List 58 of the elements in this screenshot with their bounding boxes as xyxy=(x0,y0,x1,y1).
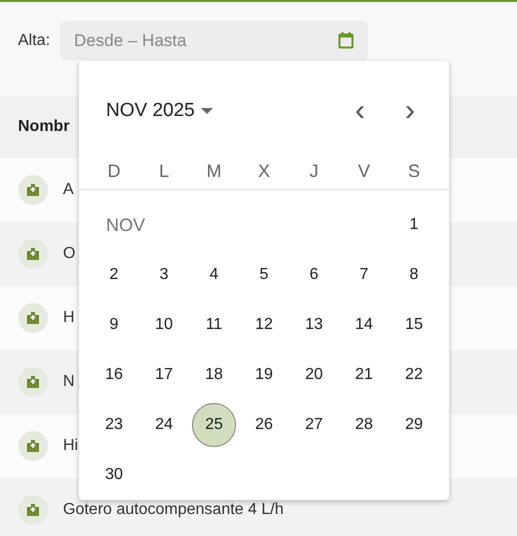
calendar-icon xyxy=(338,31,354,49)
product-name: A xyxy=(63,181,74,199)
calendar-day[interactable]: 28 xyxy=(342,403,386,447)
product-name: N xyxy=(63,373,75,391)
box-icon xyxy=(26,439,40,453)
calendar-day[interactable]: 22 xyxy=(392,353,436,397)
calendar-day[interactable]: 27 xyxy=(292,403,336,447)
weekday-label: V xyxy=(356,161,371,182)
calendar-day[interactable]: 23 xyxy=(92,403,136,447)
filter-label: Alta: xyxy=(18,31,50,51)
column-header: Nombr xyxy=(18,118,70,136)
calendar-day[interactable]: 21 xyxy=(342,353,386,397)
product-name: Gotero autocompensante 4 L/h xyxy=(63,501,284,519)
previous-month-button[interactable]: ‹ xyxy=(335,91,385,131)
calendar-day[interactable]: 11 xyxy=(192,303,236,347)
calendar-day[interactable]: 25 xyxy=(192,403,236,447)
calendar-day[interactable]: 8 xyxy=(392,253,436,297)
next-month-button[interactable]: › xyxy=(385,91,435,131)
calendar-day[interactable]: 17 xyxy=(142,353,186,397)
weekday-label: L xyxy=(158,161,170,182)
month-year-selector[interactable]: NOV 2025 xyxy=(106,100,213,122)
product-name: H xyxy=(63,309,75,327)
box-icon xyxy=(26,503,40,517)
calendar-day[interactable]: 6 xyxy=(292,253,336,297)
calendar-day[interactable]: 1 xyxy=(392,203,436,247)
calendar-day[interactable]: 4 xyxy=(192,253,236,297)
calendar-day[interactable]: 15 xyxy=(392,303,436,347)
calendar-day[interactable]: 12 xyxy=(242,303,286,347)
calendar-day[interactable]: 18 xyxy=(192,353,236,397)
date-range-field[interactable]: Desde – Hasta xyxy=(60,21,368,60)
calendar-day[interactable]: 29 xyxy=(392,403,436,447)
weekday-label: S xyxy=(406,161,421,182)
box-icon xyxy=(26,311,40,325)
calendar-day[interactable]: 16 xyxy=(92,353,136,397)
calendar-day[interactable]: 20 xyxy=(292,353,336,397)
month-label: NOV xyxy=(105,214,146,236)
weekday-label: J xyxy=(308,161,320,182)
weekday-label: D xyxy=(106,161,122,182)
calendar-day[interactable]: 24 xyxy=(142,403,186,447)
box-icon xyxy=(26,247,40,261)
calendar-day[interactable]: 13 xyxy=(292,303,336,347)
calendar-day[interactable]: 9 xyxy=(92,303,136,347)
calendar-day[interactable]: 30 xyxy=(92,453,136,497)
weekday-label: X xyxy=(256,161,271,182)
calendar-day[interactable]: 7 xyxy=(342,253,386,297)
weekday-label: M xyxy=(206,161,222,182)
box-icon xyxy=(26,183,40,197)
calendar-day[interactable]: 2 xyxy=(92,253,136,297)
calendar-day[interactable]: 3 xyxy=(142,253,186,297)
calendar-day[interactable]: 5 xyxy=(242,253,286,297)
product-name: Hi xyxy=(63,437,78,455)
calendar-day[interactable]: 10 xyxy=(142,303,186,347)
dropdown-caret-icon xyxy=(200,108,213,114)
box-icon xyxy=(26,375,40,389)
product-name: O xyxy=(63,245,76,263)
calendar-day[interactable]: 19 xyxy=(242,353,286,397)
calendar-day[interactable]: 26 xyxy=(242,403,286,447)
calendar-day[interactable]: 14 xyxy=(342,303,386,347)
